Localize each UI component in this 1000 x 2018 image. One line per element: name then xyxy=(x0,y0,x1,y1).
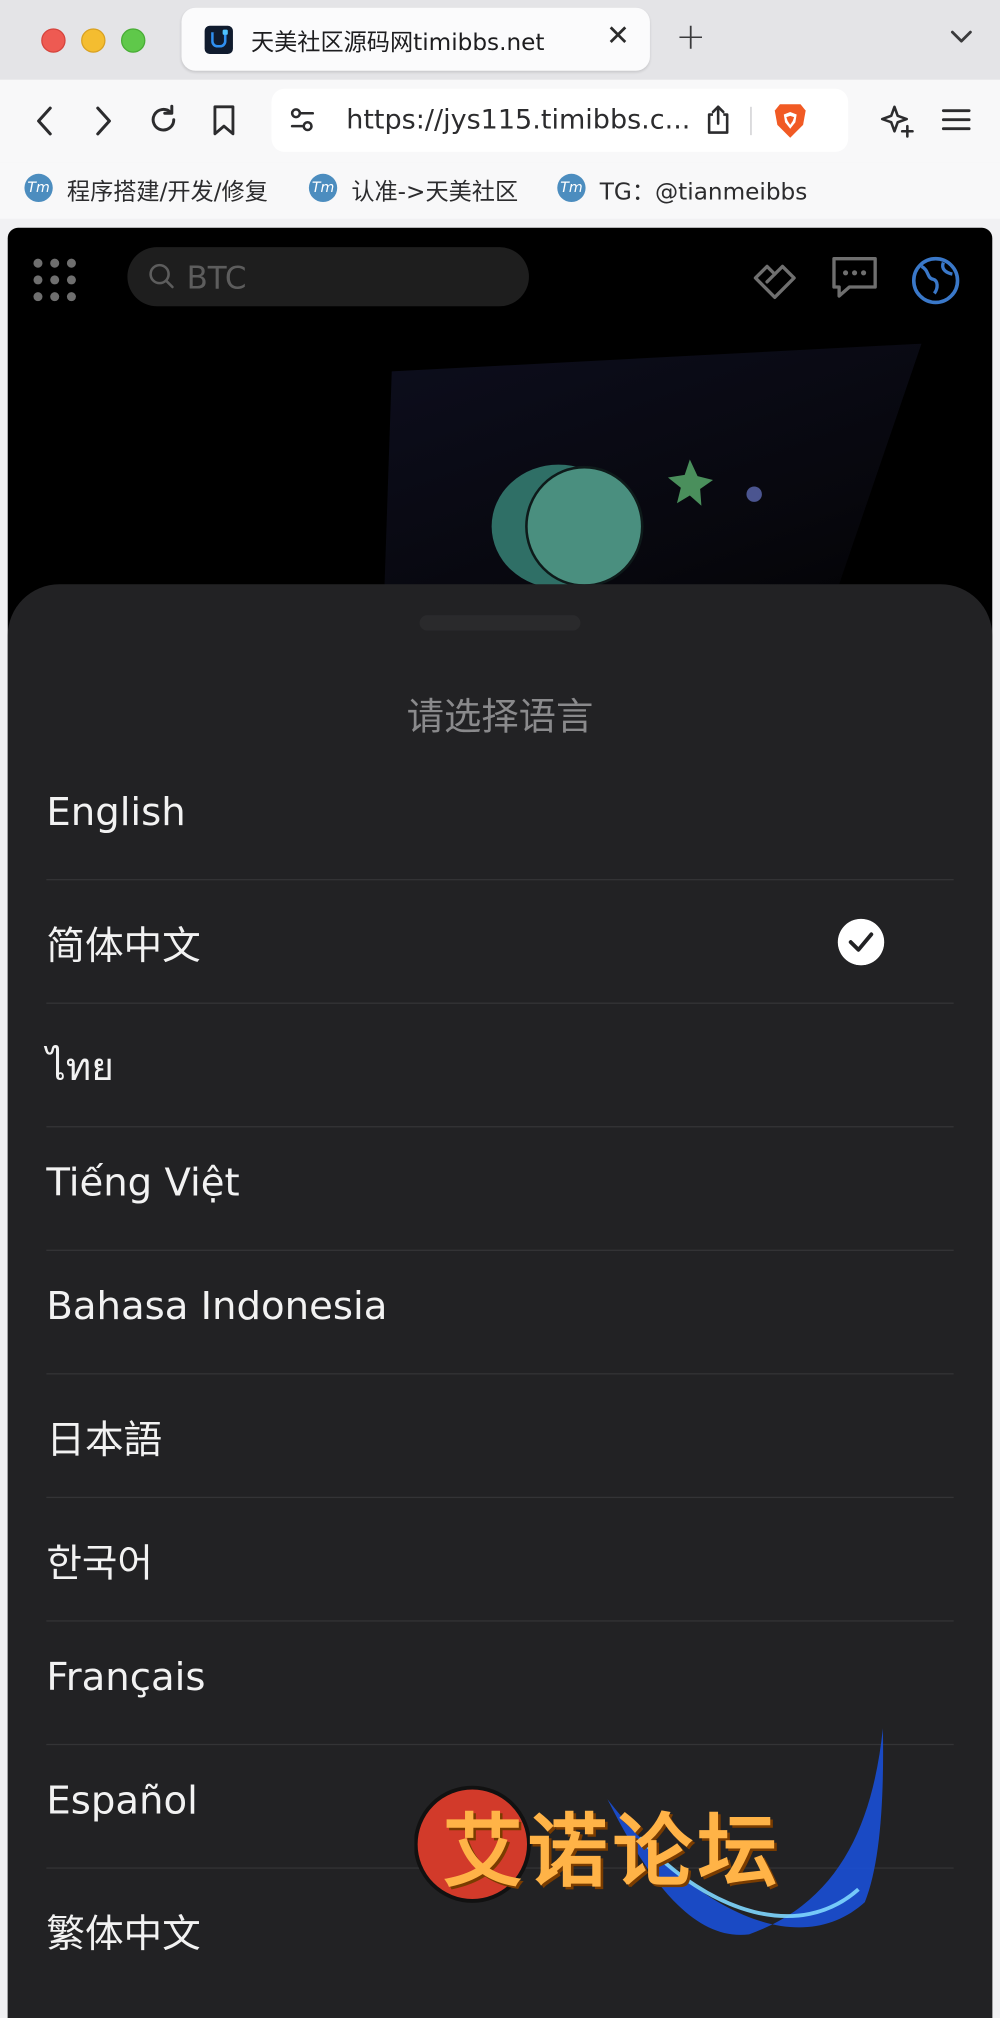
share-icon[interactable] xyxy=(704,103,732,136)
window-minimize-button[interactable] xyxy=(81,28,106,53)
language-option-vietnamese[interactable]: Tiếng Việt xyxy=(46,1127,954,1251)
language-label: 繁体中文 xyxy=(46,1912,201,1958)
language-option-indonesian[interactable]: Bahasa Indonesia xyxy=(46,1251,954,1375)
search-placeholder: BTC xyxy=(186,259,247,297)
sheet-drag-handle[interactable] xyxy=(419,615,581,631)
language-option-thai[interactable]: ไทย xyxy=(46,1004,954,1128)
back-arrow-icon[interactable] xyxy=(32,104,58,137)
bookmark-favicon-icon: Tm xyxy=(308,173,338,203)
tab-list-chevron-icon[interactable] xyxy=(949,28,975,46)
planet-illustration-icon xyxy=(491,459,762,589)
site-favicon-icon xyxy=(204,25,233,55)
bookmarks-bar: Tm 程序搭建/开发/修复 Tm 认准->天美社区 Tm TG：@tianmei… xyxy=(0,162,1000,219)
language-label: Bahasa Indonesia xyxy=(46,1284,388,1330)
active-tab[interactable]: 天美社区源码网timibbs.net ✕ xyxy=(181,7,650,71)
language-option-japanese[interactable]: 日本語 xyxy=(46,1375,954,1499)
bookmark-label: TG：@tianmeibbs xyxy=(599,178,808,206)
bookmark-label: 程序搭建/开发/修复 xyxy=(66,178,268,206)
bookmark-label: 认准->天美社区 xyxy=(351,178,519,206)
globe-language-icon[interactable] xyxy=(910,255,961,306)
language-label: ไทย xyxy=(46,1045,114,1091)
language-label: 한국어 xyxy=(46,1541,153,1587)
window-zoom-button[interactable] xyxy=(120,28,146,53)
forward-arrow-icon[interactable] xyxy=(90,104,116,137)
bookmark-favicon-icon: Tm xyxy=(557,173,586,203)
url-text[interactable]: https://jys115.timibbs.c... xyxy=(346,104,690,135)
window-close-button[interactable] xyxy=(41,28,66,53)
language-label: Français xyxy=(46,1655,206,1701)
bookmark-favicon-icon: Tm xyxy=(24,173,53,203)
watermark-text: 艾诺论坛 xyxy=(442,1804,783,1899)
search-input[interactable]: BTC xyxy=(127,247,529,307)
language-label: English xyxy=(46,790,186,836)
language-label: Español xyxy=(46,1778,198,1824)
language-option-simplified-chinese[interactable]: 简体中文 xyxy=(46,880,954,1004)
search-icon xyxy=(149,263,174,289)
language-option-english[interactable]: English xyxy=(46,757,954,881)
reload-icon[interactable] xyxy=(147,103,180,136)
new-tab-button[interactable]: + xyxy=(676,17,706,57)
handshake-icon[interactable] xyxy=(750,254,799,303)
language-option-korean[interactable]: 한국어 xyxy=(46,1498,954,1622)
language-label: 简体中文 xyxy=(46,924,201,970)
tab-strip: 天美社区源码网timibbs.net ✕ + xyxy=(0,0,1000,80)
brave-shields-icon[interactable] xyxy=(772,100,808,140)
tab-title: 天美社区源码网timibbs.net xyxy=(250,29,545,57)
sheet-title: 请选择语言 xyxy=(406,694,594,739)
language-label: 日本語 xyxy=(46,1418,163,1464)
ai-sparkle-icon[interactable] xyxy=(879,103,915,139)
url-separator xyxy=(750,106,752,136)
site-settings-icon[interactable] xyxy=(288,106,316,134)
main-menu-icon[interactable] xyxy=(941,107,972,133)
tab-close-icon[interactable]: ✕ xyxy=(606,21,630,53)
forum-watermark-logo: 艾诺论坛 xyxy=(414,1722,893,1979)
checkmark-icon xyxy=(837,918,885,966)
bookmark-icon[interactable] xyxy=(211,103,237,138)
browser-toolbar: https://jys115.timibbs.c... xyxy=(0,79,1000,163)
chat-icon[interactable] xyxy=(829,254,880,303)
language-label: Tiếng Việt xyxy=(46,1160,240,1206)
address-bar[interactable]: https://jys115.timibbs.c... xyxy=(271,88,849,152)
